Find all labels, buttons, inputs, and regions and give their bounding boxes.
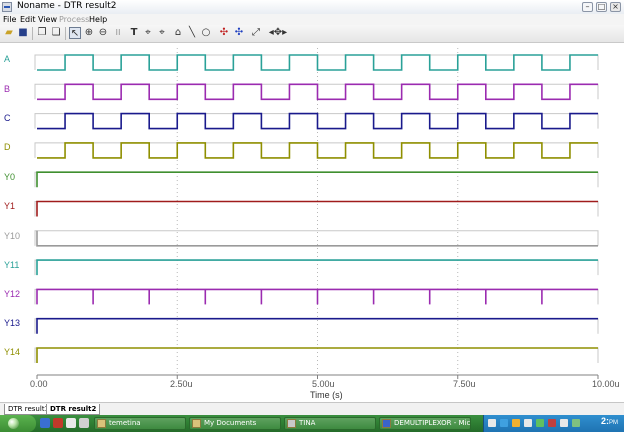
taskbar-item-label: DEMULTIPLEXOR - Mic... bbox=[394, 419, 471, 427]
marker-red-icon[interactable]: ✣ bbox=[218, 27, 230, 39]
minimize-button[interactable]: – bbox=[582, 2, 593, 12]
x-tick-label: 2.50u bbox=[170, 379, 193, 389]
title-bar: Noname - DTR result2 – □ × bbox=[0, 0, 624, 15]
windows-logo-icon bbox=[8, 418, 19, 429]
x-axis-label: Time (s) bbox=[310, 390, 343, 400]
pan-icon[interactable]: ◂✥▸ bbox=[268, 27, 288, 39]
trace-frame bbox=[34, 288, 599, 305]
toolbar-separator bbox=[32, 27, 33, 40]
taskbar-item-label: TINA bbox=[299, 419, 316, 427]
clock-time: 2: bbox=[600, 416, 609, 426]
result-tab-bar: DTR result1 DTR result2 bbox=[0, 402, 624, 416]
toolbar-separator bbox=[65, 27, 66, 40]
taskbar-item-tina[interactable]: TINA bbox=[284, 417, 376, 430]
start-button[interactable] bbox=[0, 415, 36, 432]
quicklaunch-chevron-icon[interactable] bbox=[79, 418, 89, 428]
signal-label-y14[interactable]: Y14 bbox=[4, 347, 20, 357]
clock-suffix: PM bbox=[609, 420, 618, 426]
app-icon bbox=[2, 2, 12, 12]
signal-label-y13[interactable]: Y13 bbox=[4, 318, 20, 328]
waveform-chart bbox=[34, 48, 599, 379]
trace-frame bbox=[34, 171, 599, 188]
marker-blue-icon[interactable]: ✣ bbox=[233, 27, 245, 39]
trace-frame bbox=[34, 201, 599, 217]
waveform-y1 bbox=[36, 200, 598, 217]
taskbar-item-label: temetina bbox=[109, 419, 141, 427]
menu-help[interactable]: Help bbox=[89, 14, 107, 25]
taskbar-item-demultiplexor[interactable]: DEMULTIPLEXOR - Mic... bbox=[379, 417, 471, 430]
taskbar-item-temetina[interactable]: temetina bbox=[94, 417, 186, 430]
clock[interactable]: 2:PM bbox=[601, 416, 618, 426]
paste-icon[interactable]: ❏ bbox=[50, 27, 62, 39]
zoom-out-icon[interactable]: ⊖ bbox=[97, 27, 109, 39]
quicklaunch-folder-icon[interactable] bbox=[66, 418, 76, 428]
close-button[interactable]: × bbox=[610, 2, 621, 12]
x-tick-label: 5.00u bbox=[312, 379, 335, 389]
taskbar: temetina My Documents TINA DEMULTIPLEXOR… bbox=[0, 415, 624, 432]
open-icon[interactable]: ▰ bbox=[3, 27, 15, 39]
maximize-button[interactable]: □ bbox=[596, 2, 607, 12]
tray-antivirus-icon[interactable] bbox=[548, 419, 556, 427]
line-icon[interactable]: ⌂ bbox=[172, 27, 184, 39]
menu-file[interactable]: File bbox=[3, 14, 16, 25]
menu-view[interactable]: View bbox=[38, 14, 57, 25]
menu-process[interactable]: Process bbox=[59, 14, 89, 25]
system-tray: 2:PM bbox=[483, 415, 624, 432]
tray-safe-icon[interactable] bbox=[536, 419, 544, 427]
grid-icon[interactable]: ⁝⁝ bbox=[112, 27, 124, 39]
signal-label-a[interactable]: A bbox=[4, 54, 10, 64]
word-icon bbox=[382, 419, 391, 428]
tray-shield-icon[interactable] bbox=[512, 419, 520, 427]
window-title: Noname - DTR result2 bbox=[17, 1, 117, 11]
taskbar-item-label: My Documents bbox=[204, 419, 257, 427]
tab-dtr-result2[interactable]: DTR result2 bbox=[46, 404, 101, 415]
circle-icon[interactable]: ○ bbox=[200, 27, 212, 39]
trace-frame bbox=[34, 318, 599, 334]
x-tick-label: 0.00 bbox=[30, 379, 48, 389]
toolbar: ▰ ■ ❐ ❏ ↖ ⊕ ⊖ ⁝⁝ T ⌖ ⌖ ⌂ ╲ ○ ✣ ✣ ⤢ ◂✥▸ bbox=[0, 25, 624, 43]
tray-network-icon[interactable] bbox=[500, 419, 508, 427]
signal-label-y1[interactable]: Y1 bbox=[4, 201, 15, 211]
tray-app-icon[interactable] bbox=[572, 419, 580, 427]
waveform-c bbox=[37, 112, 598, 130]
waveform-y10 bbox=[36, 230, 598, 247]
signal-label-y12[interactable]: Y12 bbox=[4, 289, 20, 299]
waveform-plot[interactable]: 0.00 2.50u 5.00u 7.50u 10.00u Time (s) A… bbox=[0, 42, 624, 402]
folder-icon bbox=[97, 419, 106, 428]
copy-icon[interactable]: ❐ bbox=[36, 27, 48, 39]
quicklaunch-ie-icon[interactable] bbox=[40, 418, 50, 428]
signal-label-c[interactable]: C bbox=[4, 113, 11, 123]
cursor-a-icon[interactable]: ⌖ bbox=[142, 27, 154, 39]
menu-bar: File Edit View Process Help bbox=[0, 14, 624, 25]
edit-graph-icon[interactable]: ⤢ bbox=[250, 27, 262, 39]
menu-edit[interactable]: Edit bbox=[20, 14, 36, 25]
wire-icon[interactable]: ╲ bbox=[186, 27, 198, 39]
text-icon[interactable]: T bbox=[128, 27, 140, 39]
x-tick-label: 7.50u bbox=[453, 379, 476, 389]
x-tick-label: 10.00u bbox=[592, 379, 620, 389]
tray-help-icon[interactable] bbox=[488, 419, 496, 427]
cursor-b-icon[interactable]: ⌖ bbox=[156, 27, 168, 39]
trace-frame bbox=[34, 230, 599, 246]
signal-label-y10[interactable]: Y10 bbox=[4, 231, 20, 241]
signal-label-b[interactable]: B bbox=[4, 84, 10, 94]
waveform-b bbox=[37, 83, 598, 101]
signal-label-y0[interactable]: Y0 bbox=[4, 172, 15, 182]
folder-icon bbox=[192, 419, 201, 428]
quicklaunch-acrobat-icon[interactable] bbox=[53, 418, 63, 428]
tina-icon bbox=[287, 419, 296, 428]
pointer-icon[interactable]: ↖ bbox=[69, 27, 81, 39]
tray-volume-icon[interactable] bbox=[560, 419, 568, 427]
tray-arrow-icon[interactable] bbox=[524, 419, 532, 427]
signal-label-y11[interactable]: Y11 bbox=[4, 260, 19, 270]
zoom-in-icon[interactable]: ⊕ bbox=[83, 27, 95, 39]
trace-frame bbox=[34, 347, 599, 363]
signal-label-d[interactable]: D bbox=[4, 142, 11, 152]
waveform-d bbox=[37, 142, 598, 159]
trace-frame bbox=[34, 259, 599, 276]
waveform-a bbox=[37, 54, 598, 71]
taskbar-item-my-documents[interactable]: My Documents bbox=[189, 417, 281, 430]
save-icon[interactable]: ■ bbox=[17, 27, 29, 39]
